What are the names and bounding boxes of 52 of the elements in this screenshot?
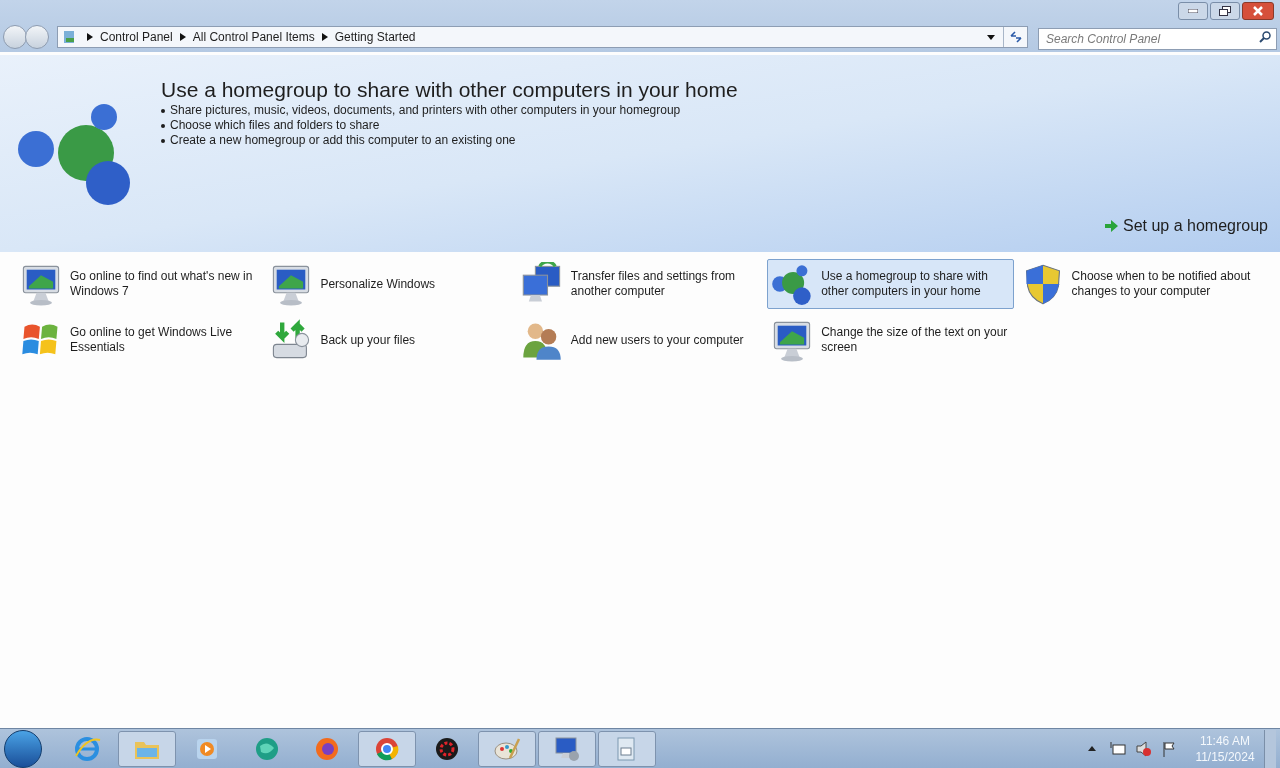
arrow-icon	[1105, 220, 1118, 232]
address-field[interactable]: Control Panel All Control Panel Items Getting Started	[57, 26, 1028, 48]
task-label: Back up your files	[320, 332, 416, 348]
breadcrumb-item[interactable]: Control Panel	[100, 28, 173, 46]
forward-button[interactable]	[25, 25, 49, 49]
chevron-icon[interactable]	[87, 33, 93, 41]
chevron-icon[interactable]	[179, 33, 186, 41]
set-up-homegroup-link[interactable]: Set up a homegroup	[1105, 214, 1268, 238]
task-label: Choose when to be notified about changes to your computer	[1071, 269, 1252, 299]
search-field[interactable]: Search Control Panel	[1038, 28, 1277, 50]
restore-icon	[1219, 6, 1231, 16]
breadcrumb-item[interactable]: Getting Started	[334, 28, 416, 46]
task-item[interactable]: Change the size of the text on your screen	[767, 315, 1014, 365]
bullet-item: Share pictures, music, videos, documents, and printers with other computers in your homegroup	[170, 103, 681, 118]
close-icon	[1253, 6, 1263, 16]
bullet-icon	[161, 108, 165, 113]
dropdown-caret-icon[interactable]	[987, 34, 995, 40]
task-item[interactable]: Personalize Windows	[266, 259, 513, 309]
minimize-icon	[1188, 9, 1198, 13]
chevron-icon[interactable]	[321, 33, 328, 41]
back-button[interactable]	[3, 25, 27, 49]
muted-speaker-icon[interactable]	[1136, 740, 1152, 757]
show-hidden-icons-icon[interactable]	[1088, 746, 1096, 751]
close-button[interactable]	[1242, 2, 1274, 20]
search-icon[interactable]	[1259, 31, 1271, 43]
task-item[interactable]: Back up your files	[266, 315, 513, 365]
task-label: Personalize Windows	[320, 276, 436, 292]
control-panel-icon	[62, 30, 76, 44]
network-icon[interactable]	[1110, 740, 1126, 757]
bullet-icon	[161, 123, 165, 128]
start-button[interactable]	[4, 729, 42, 768]
task-item[interactable]: Transfer files and settings from another computer	[516, 259, 764, 309]
taskbar-button[interactable]	[538, 730, 596, 767]
task-item[interactable]: Use a homegroup to share with other computers in your home	[767, 259, 1014, 309]
task-label: Transfer files and settings from another computer	[570, 269, 737, 299]
banner-title: Use a homegroup to share with other computers in your home	[161, 77, 738, 103]
bullet-item: Create a new homegroup or add this computer to an existing one	[170, 133, 516, 148]
task-label: Change the size of the text on your screen	[821, 325, 1009, 355]
flag-icon[interactable]	[1162, 740, 1178, 757]
refresh-icon[interactable]	[1008, 31, 1023, 43]
task-item[interactable]: Add new users to your computer	[516, 315, 764, 365]
restore-button[interactable]	[1210, 2, 1240, 20]
task-item[interactable]: Choose when to be notified about changes to your computer	[1017, 259, 1264, 309]
task-item[interactable]: Go online to find out what's new in Windows 7	[16, 259, 263, 309]
task-label: Go online to find out what's new in Windows 7	[70, 269, 254, 299]
breadcrumb-item[interactable]: All Control Panel Items	[192, 28, 315, 46]
task-label: Use a homegroup to share with other computers in your home	[821, 269, 989, 299]
bullet-icon	[161, 138, 165, 143]
task-label: Add new users to your computer	[570, 332, 744, 348]
task-label: Go online to get Windows Live Essentials	[70, 325, 234, 355]
bullet-item: Choose which files and folders to share	[170, 118, 380, 133]
task-item[interactable]: Go online to get Windows Live Essentials	[16, 315, 263, 365]
